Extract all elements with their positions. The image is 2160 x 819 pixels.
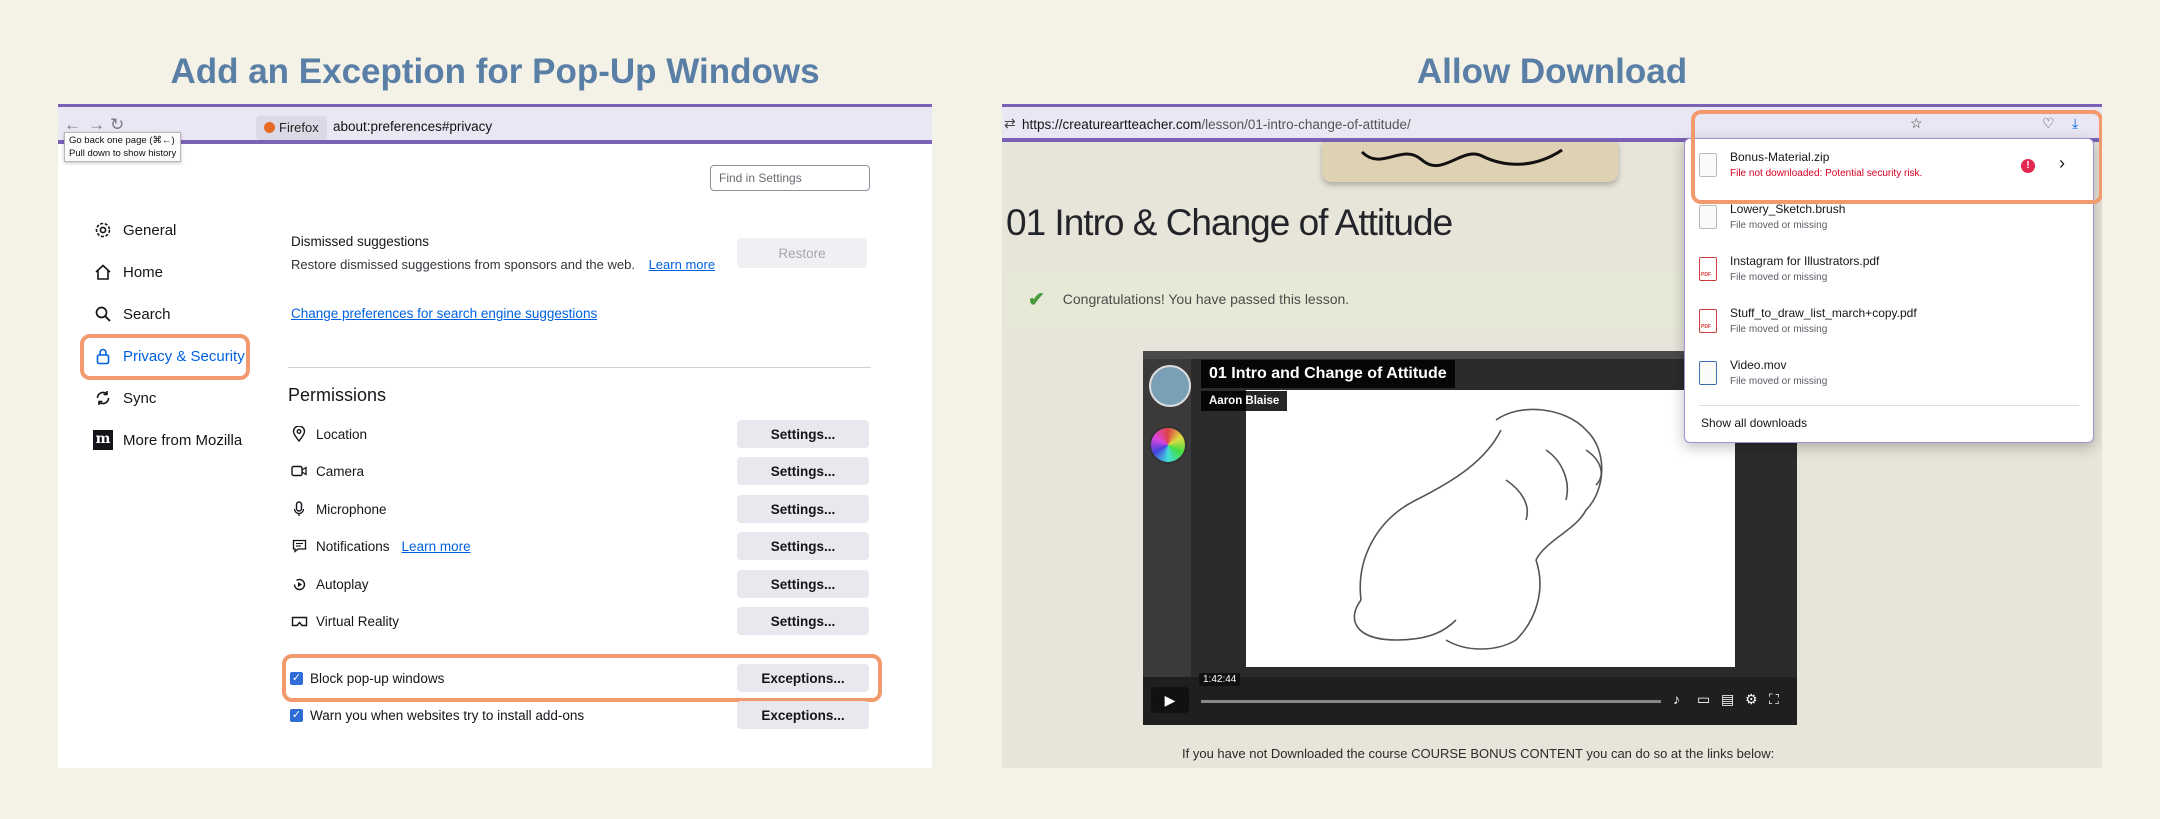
permission-camera: Camera	[290, 457, 364, 485]
mozilla-icon: m	[92, 430, 114, 450]
lesson-page-window: ⇄ https://creatureartteacher.com/lesson/…	[1002, 104, 2102, 768]
firefox-settings-window: ← → ↻ Firefox about:preferences#privacy …	[58, 104, 932, 768]
dismissed-learn-more-link[interactable]: Learn more	[649, 257, 715, 272]
notifications-settings-button[interactable]: Settings...	[737, 532, 869, 560]
left-heading: Add an Exception for Pop-Up Windows	[170, 52, 820, 91]
find-in-settings-input[interactable]: Find in Settings	[710, 165, 870, 191]
play-button[interactable]: ▶	[1151, 687, 1189, 713]
vr-headset-icon	[290, 616, 308, 627]
restore-button[interactable]: Restore	[737, 238, 867, 268]
lesson-title: 01 Intro & Change of Attitude	[1006, 202, 1453, 243]
autoplay-settings-button[interactable]: Settings...	[737, 570, 869, 598]
congrats-banner: ✔ Congratulations! You have passed this …	[1006, 272, 1696, 326]
downloads-divider	[1699, 405, 2079, 406]
sidebar-item-search[interactable]: Search	[92, 299, 171, 329]
volume-icon[interactable]: ♪	[1673, 691, 1680, 707]
permissions-title: Permissions	[288, 385, 387, 405]
permission-notifications: Notifications Learn more	[290, 532, 471, 560]
drawing-canvas	[1246, 390, 1735, 667]
block-popups-highlight	[282, 654, 882, 702]
sidebar-item-general[interactable]: General	[92, 215, 176, 245]
download-item[interactable]: Lowery_Sketch.brush File moved or missin…	[1699, 201, 2079, 247]
privacy-highlight	[80, 334, 250, 380]
warn-addons-checkbox[interactable]: ✓	[290, 708, 303, 722]
permission-virtual-reality: Virtual Reality	[290, 607, 399, 635]
gear-icon	[92, 221, 114, 239]
permission-autoplay: Autoplay	[290, 570, 369, 598]
notification-icon	[290, 539, 308, 553]
autoplay-icon	[290, 577, 308, 592]
transcript-icon[interactable]: ▤	[1721, 691, 1734, 708]
video-controls: ▶ 1:42:44 ♪ ▭ ▤ ⚙ ⛶	[1143, 673, 1797, 725]
signature-card	[1322, 142, 1618, 182]
pdf-file-icon	[1699, 257, 1717, 281]
warn-addons-row[interactable]: ✓ Warn you when websites try to install …	[290, 701, 584, 729]
browser-toolbar: ← → ↻ Firefox about:preferences#privacy	[58, 104, 932, 144]
bonus-content-note: If you have not Downloaded the course CO…	[1182, 746, 1775, 761]
video-time-tooltip: 1:42:44	[1199, 673, 1241, 686]
pdf-file-icon	[1699, 309, 1717, 333]
section-divider	[288, 367, 871, 368]
download-item[interactable]: Instagram for Illustrators.pdf File move…	[1699, 253, 2079, 299]
sync-icon	[92, 389, 114, 407]
video-title: 01 Intro and Change of Attitude	[1201, 360, 1455, 388]
color-wheel	[1149, 426, 1187, 464]
change-search-prefs-link[interactable]: Change preferences for search engine sug…	[291, 306, 597, 321]
download-item[interactable]: Video.mov File moved or missing	[1699, 357, 2079, 403]
video-author: Aaron Blaise	[1201, 391, 1288, 411]
dismissed-title: Dismissed suggestions	[291, 234, 430, 249]
dismissed-desc: Restore dismissed suggestions from spons…	[291, 257, 716, 272]
show-all-downloads-link[interactable]: Show all downloads	[1701, 416, 1807, 430]
location-pin-icon	[290, 426, 308, 442]
back-tooltip: Go back one page (⌘←) Pull down to show …	[64, 132, 182, 162]
sidebar-item-more-from-mozilla[interactable]: m More from Mozilla	[92, 425, 242, 455]
permission-microphone: Microphone	[290, 495, 387, 523]
file-icon	[1699, 205, 1717, 229]
notifications-learn-more-link[interactable]: Learn more	[402, 539, 471, 554]
checkmark-icon: ✔	[1028, 288, 1045, 311]
captions-icon[interactable]: ▭	[1697, 691, 1710, 708]
camera-icon	[290, 465, 308, 477]
fullscreen-icon[interactable]: ⛶	[1769, 691, 1779, 708]
camera-settings-button[interactable]: Settings...	[737, 457, 869, 485]
firefox-logo-icon	[264, 122, 275, 133]
settings-gear-icon[interactable]: ⚙	[1745, 691, 1758, 708]
sidebar-item-sync[interactable]: Sync	[92, 383, 156, 413]
right-heading: Allow Download	[1416, 52, 1688, 91]
home-icon	[92, 263, 114, 281]
microphone-icon	[290, 501, 308, 517]
download-item[interactable]: Stuff_to_draw_list_march+copy.pdf File m…	[1699, 305, 2079, 351]
url-field[interactable]: https://creatureartteacher.com/lesson/01…	[1022, 117, 1411, 132]
channel-avatar[interactable]	[1149, 365, 1191, 407]
permission-location: Location	[290, 420, 367, 448]
sidebar-item-home[interactable]: Home	[92, 257, 163, 287]
location-settings-button[interactable]: Settings...	[737, 420, 869, 448]
download-highlight	[1691, 110, 2102, 204]
addons-exceptions-button[interactable]: Exceptions...	[737, 701, 869, 729]
progress-bar[interactable]	[1201, 700, 1661, 703]
video-app-toolbar	[1143, 359, 1191, 679]
search-icon	[92, 305, 114, 323]
microphone-settings-button[interactable]: Settings...	[737, 495, 869, 523]
identity-chip[interactable]: Firefox	[256, 116, 327, 140]
vr-settings-button[interactable]: Settings...	[737, 607, 869, 635]
url-field[interactable]: about:preferences#privacy	[333, 119, 492, 134]
page-settings-icon[interactable]: ⇄	[1004, 115, 1016, 132]
video-file-icon	[1699, 361, 1717, 385]
